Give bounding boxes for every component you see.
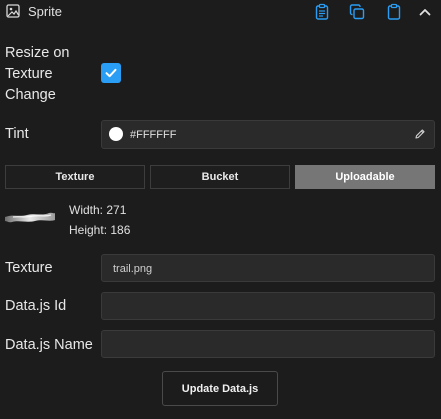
texture-input[interactable]: trail.png <box>101 254 435 282</box>
copy-button[interactable] <box>348 3 366 21</box>
tint-hex-value: #FFFFFF <box>130 129 177 141</box>
texture-input-value: trail.png <box>113 263 153 275</box>
image-width: Width: 271 <box>69 203 127 217</box>
resize-on-texture-change-checkbox[interactable] <box>101 63 121 83</box>
tab-texture[interactable]: Texture <box>5 165 145 189</box>
pencil-icon[interactable] <box>414 128 426 140</box>
clipboard-list-icon <box>315 3 329 20</box>
panel-title: Sprite <box>28 4 62 19</box>
resize-on-texture-change-label: Resize on Texture Change <box>5 45 70 103</box>
datajs-id-label: Data.js Id <box>5 298 67 314</box>
copy-icon <box>349 4 365 20</box>
datajs-name-input[interactable] <box>101 330 435 358</box>
datajs-id-input[interactable] <box>101 292 435 320</box>
sprite-panel-header: Sprite <box>0 0 441 24</box>
clipboard-list-button[interactable] <box>313 3 331 21</box>
update-datajs-button[interactable]: Update Data.js <box>162 371 278 406</box>
texture-label: Texture <box>5 260 53 276</box>
tint-label: Tint <box>5 126 29 142</box>
image-icon <box>6 4 20 18</box>
tint-color-swatch[interactable] <box>109 127 123 141</box>
tab-uploadable[interactable]: Uploadable <box>295 165 435 189</box>
texture-preview-thumbnail <box>5 212 55 223</box>
paste-button[interactable] <box>385 3 403 21</box>
tab-bucket[interactable]: Bucket <box>150 165 290 189</box>
image-height: Height: 186 <box>69 223 131 237</box>
collapse-button[interactable] <box>416 3 434 21</box>
tint-color-field[interactable]: #FFFFFF <box>101 120 435 149</box>
clipboard-icon <box>387 3 401 20</box>
chevron-up-icon <box>419 9 431 16</box>
checkmark-icon <box>105 68 117 78</box>
datajs-name-label: Data.js Name <box>5 337 93 353</box>
